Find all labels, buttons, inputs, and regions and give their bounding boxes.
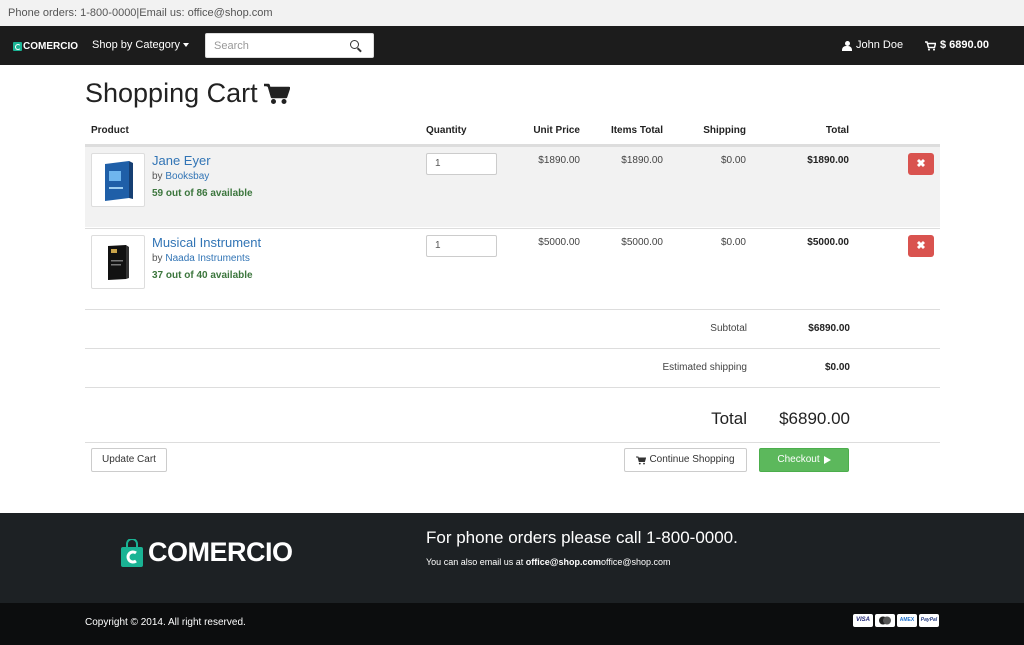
header-product: Product bbox=[91, 125, 129, 136]
grand-total-row: Total $6890.00 bbox=[85, 387, 940, 443]
remove-item-button[interactable]: ✖ bbox=[908, 153, 934, 175]
brand-logo[interactable]: COMERCIO bbox=[13, 40, 78, 52]
items-total: $1890.00 bbox=[621, 155, 663, 166]
checkout-label: Checkout bbox=[777, 454, 820, 465]
header-unit-price: Unit Price bbox=[533, 125, 580, 136]
subtotal-value: $6890.00 bbox=[808, 323, 850, 334]
availability-text: 37 out of 40 available bbox=[152, 270, 253, 281]
search-input[interactable] bbox=[206, 34, 352, 57]
continue-shopping-button[interactable]: Continue Shopping bbox=[624, 448, 747, 472]
table-row: Musical Instrument by Naada Instruments … bbox=[85, 228, 940, 309]
cart-table-header: Product Quantity Unit Price Items Total … bbox=[85, 125, 940, 146]
seller-link[interactable]: Naada Instruments bbox=[165, 253, 250, 264]
checkout-button[interactable]: Checkout bbox=[759, 448, 849, 472]
header-total: Total bbox=[825, 125, 849, 136]
availability-text: 59 out of 86 available bbox=[152, 188, 253, 199]
estimated-shipping-value: $0.00 bbox=[824, 362, 850, 373]
brand-name: COMERCIO bbox=[23, 40, 78, 52]
by-prefix: by bbox=[152, 171, 163, 182]
product-thumbnail[interactable] bbox=[91, 153, 145, 207]
remove-item-button[interactable]: ✖ bbox=[908, 235, 934, 257]
cart-icon bbox=[263, 83, 290, 104]
update-cart-button[interactable]: Update Cart bbox=[91, 448, 167, 472]
shopping-bag-icon bbox=[13, 41, 22, 51]
product-seller: by Naada Instruments bbox=[152, 253, 250, 264]
by-prefix: by bbox=[152, 253, 163, 264]
user-name: John Doe bbox=[856, 39, 904, 51]
user-menu[interactable]: John Doe bbox=[842, 26, 903, 65]
shop-by-category-label: Shop by Category bbox=[92, 39, 181, 51]
search-icon[interactable] bbox=[350, 40, 359, 49]
product-name-link[interactable]: Jane Eyer bbox=[152, 153, 211, 168]
shopping-bag-icon bbox=[121, 538, 143, 567]
nav-cart[interactable]: $ 6890.00 bbox=[925, 26, 989, 65]
row-total: $5000.00 bbox=[807, 237, 849, 248]
visa-card-icon: VISA bbox=[853, 614, 873, 627]
subtotal-label: Subtotal bbox=[710, 323, 747, 334]
header-quantity: Quantity bbox=[426, 125, 467, 136]
page-title: Shopping Cart bbox=[85, 78, 290, 109]
product-name-link[interactable]: Musical Instrument bbox=[152, 235, 261, 250]
product-box-image bbox=[108, 245, 129, 280]
search-box bbox=[205, 33, 374, 58]
quantity-input[interactable]: 1 bbox=[426, 235, 497, 257]
payment-methods: VISA AMEX PayPal bbox=[853, 614, 939, 627]
copyright-bar: Copyright © 2014. All right reserved. VI… bbox=[0, 603, 1024, 645]
paypal-icon: PayPal bbox=[919, 614, 939, 627]
estimated-shipping-row: Estimated shipping $0.00 bbox=[85, 348, 940, 387]
grand-total-label: Total bbox=[711, 409, 747, 428]
mastercard-circles bbox=[879, 616, 891, 625]
shop-by-category-dropdown[interactable]: Shop by Category bbox=[92, 26, 190, 65]
cart-icon bbox=[925, 40, 936, 51]
email-prefix: You can also email us at bbox=[426, 557, 524, 567]
grand-total-value: $6890.00 bbox=[779, 409, 850, 428]
header-shipping: Shipping bbox=[703, 125, 746, 136]
row-total: $1890.00 bbox=[807, 155, 849, 166]
cart-total: $ 6890.00 bbox=[940, 39, 989, 51]
footer: COMERCIO For phone orders please call 1-… bbox=[0, 513, 1024, 603]
header-items-total: Items Total bbox=[610, 125, 663, 136]
caret-down-icon bbox=[183, 43, 190, 48]
table-row: Jane Eyer by Booksbay 59 out of 86 avail… bbox=[85, 146, 940, 227]
email-suffix: office@shop.com bbox=[601, 557, 671, 567]
footer-email-line: You can also email us at office@shop.com… bbox=[426, 557, 671, 567]
footer-brand-name: COMERCIO bbox=[148, 537, 293, 567]
product-seller: by Booksbay bbox=[152, 171, 209, 182]
contact-bar: Phone orders: 1-800-0000|Email us: offic… bbox=[0, 0, 1024, 26]
amex-card-icon: AMEX bbox=[897, 614, 917, 627]
cart-icon bbox=[636, 456, 647, 464]
navbar: COMERCIO Shop by Category John Doe $ 689… bbox=[0, 26, 1024, 65]
product-thumbnail[interactable] bbox=[91, 235, 145, 289]
shipping-cost: $0.00 bbox=[720, 237, 746, 248]
unit-price: $5000.00 bbox=[538, 237, 580, 248]
copyright-text: Copyright © 2014. All right reserved. bbox=[85, 617, 246, 628]
subtotal-row: Subtotal $6890.00 bbox=[85, 309, 940, 348]
email-link[interactable]: office@shop.com bbox=[526, 557, 601, 567]
product-box-image bbox=[105, 161, 133, 201]
items-total: $5000.00 bbox=[621, 237, 663, 248]
play-arrow-icon bbox=[823, 456, 831, 464]
page-title-text: Shopping Cart bbox=[85, 78, 258, 108]
user-icon bbox=[842, 40, 852, 51]
contact-text: Phone orders: 1-800-0000|Email us: offic… bbox=[8, 7, 273, 19]
footer-phone-line: For phone orders please call 1-800-0000. bbox=[426, 528, 738, 547]
footer-brand-logo[interactable]: COMERCIO bbox=[119, 537, 293, 568]
continue-shopping-label: Continue Shopping bbox=[649, 454, 735, 465]
shipping-cost: $0.00 bbox=[720, 155, 746, 166]
seller-link[interactable]: Booksbay bbox=[165, 171, 209, 182]
mastercard-icon bbox=[875, 614, 895, 627]
quantity-input[interactable]: 1 bbox=[426, 153, 497, 175]
estimated-shipping-label: Estimated shipping bbox=[662, 362, 748, 373]
unit-price: $1890.00 bbox=[538, 155, 580, 166]
